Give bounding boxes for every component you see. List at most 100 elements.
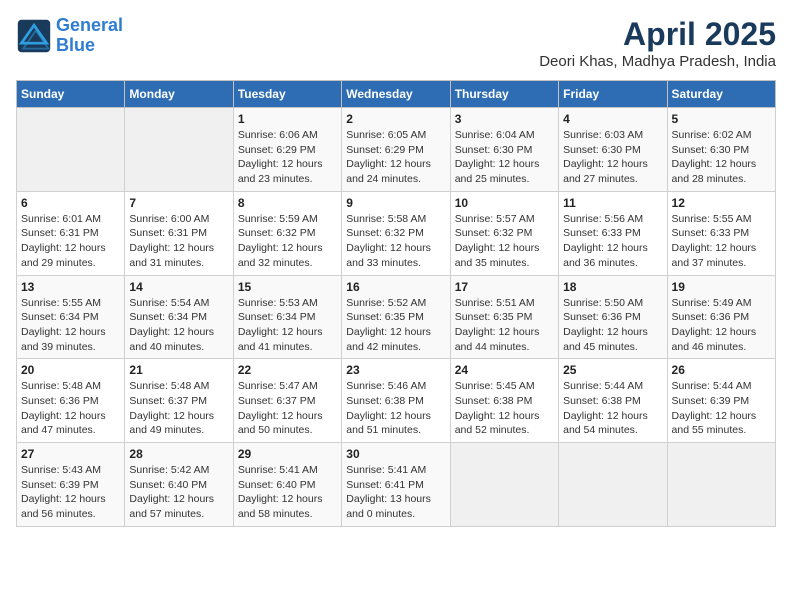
weekday-header-wednesday: Wednesday	[342, 81, 450, 108]
calendar-body: 1 Sunrise: 6:06 AM Sunset: 6:29 PM Daylig…	[17, 108, 776, 527]
day-number: 6	[21, 196, 120, 210]
main-title: April 2025	[539, 16, 776, 53]
day-number: 16	[346, 280, 445, 294]
title-area: April 2025 Deori Khas, Madhya Pradesh, I…	[539, 16, 776, 70]
calendar-cell: 22 Sunrise: 5:47 AM Sunset: 6:37 PM Dayli…	[233, 359, 341, 443]
calendar-cell	[559, 443, 667, 527]
day-info: Sunrise: 5:42 AM Sunset: 6:40 PM Dayligh…	[129, 463, 228, 522]
calendar-cell: 30 Sunrise: 5:41 AM Sunset: 6:41 PM Dayli…	[342, 443, 450, 527]
day-info: Sunrise: 6:05 AM Sunset: 6:29 PM Dayligh…	[346, 128, 445, 187]
calendar-cell: 26 Sunrise: 5:44 AM Sunset: 6:39 PM Dayli…	[667, 359, 775, 443]
day-info: Sunrise: 5:54 AM Sunset: 6:34 PM Dayligh…	[129, 296, 228, 355]
calendar-cell: 25 Sunrise: 5:44 AM Sunset: 6:38 PM Dayli…	[559, 359, 667, 443]
calendar-week-2: 6 Sunrise: 6:01 AM Sunset: 6:31 PM Daylig…	[17, 191, 776, 275]
calendar-cell: 14 Sunrise: 5:54 AM Sunset: 6:34 PM Dayli…	[125, 275, 233, 359]
day-info: Sunrise: 5:48 AM Sunset: 6:36 PM Dayligh…	[21, 379, 120, 438]
calendar-cell: 9 Sunrise: 5:58 AM Sunset: 6:32 PM Daylig…	[342, 191, 450, 275]
weekday-header-thursday: Thursday	[450, 81, 558, 108]
calendar-cell: 13 Sunrise: 5:55 AM Sunset: 6:34 PM Dayli…	[17, 275, 125, 359]
day-number: 7	[129, 196, 228, 210]
day-number: 12	[672, 196, 771, 210]
day-number: 25	[563, 363, 662, 377]
day-number: 14	[129, 280, 228, 294]
day-info: Sunrise: 5:45 AM Sunset: 6:38 PM Dayligh…	[455, 379, 554, 438]
calendar-week-5: 27Sunrise: 5:43 AM Sunset: 6:39 PM Dayli…	[17, 443, 776, 527]
day-info: Sunrise: 6:03 AM Sunset: 6:30 PM Dayligh…	[563, 128, 662, 187]
calendar-cell: 12Sunrise: 5:55 AM Sunset: 6:33 PM Dayli…	[667, 191, 775, 275]
day-info: Sunrise: 6:06 AM Sunset: 6:29 PM Dayligh…	[238, 128, 337, 187]
calendar-cell: 23 Sunrise: 5:46 AM Sunset: 6:38 PM Dayli…	[342, 359, 450, 443]
day-number: 1	[238, 112, 337, 126]
day-number: 22	[238, 363, 337, 377]
weekday-header-friday: Friday	[559, 81, 667, 108]
day-info: Sunrise: 5:51 AM Sunset: 6:35 PM Dayligh…	[455, 296, 554, 355]
calendar-cell	[17, 108, 125, 192]
calendar-cell: 27Sunrise: 5:43 AM Sunset: 6:39 PM Dayli…	[17, 443, 125, 527]
calendar-cell: 28 Sunrise: 5:42 AM Sunset: 6:40 PM Dayli…	[125, 443, 233, 527]
day-number: 21	[129, 363, 228, 377]
calendar-cell: 18Sunrise: 5:50 AM Sunset: 6:36 PM Dayli…	[559, 275, 667, 359]
day-number: 13	[21, 280, 120, 294]
day-info: Sunrise: 5:41 AM Sunset: 6:40 PM Dayligh…	[238, 463, 337, 522]
logo-line1: General	[56, 15, 123, 35]
day-info: Sunrise: 6:01 AM Sunset: 6:31 PM Dayligh…	[21, 212, 120, 271]
calendar-week-4: 20Sunrise: 5:48 AM Sunset: 6:36 PM Dayli…	[17, 359, 776, 443]
calendar-cell: 8 Sunrise: 5:59 AM Sunset: 6:32 PM Daylig…	[233, 191, 341, 275]
day-info: Sunrise: 5:57 AM Sunset: 6:32 PM Dayligh…	[455, 212, 554, 271]
day-info: Sunrise: 5:48 AM Sunset: 6:37 PM Dayligh…	[129, 379, 228, 438]
day-info: Sunrise: 5:58 AM Sunset: 6:32 PM Dayligh…	[346, 212, 445, 271]
day-info: Sunrise: 5:52 AM Sunset: 6:35 PM Dayligh…	[346, 296, 445, 355]
logo-line2: Blue	[56, 35, 95, 55]
calendar-cell: 24Sunrise: 5:45 AM Sunset: 6:38 PM Dayli…	[450, 359, 558, 443]
calendar-cell: 6 Sunrise: 6:01 AM Sunset: 6:31 PM Daylig…	[17, 191, 125, 275]
day-number: 17	[455, 280, 554, 294]
calendar-cell: 5Sunrise: 6:02 AM Sunset: 6:30 PM Daylig…	[667, 108, 775, 192]
day-info: Sunrise: 5:41 AM Sunset: 6:41 PM Dayligh…	[346, 463, 445, 522]
day-number: 2	[346, 112, 445, 126]
day-info: Sunrise: 5:47 AM Sunset: 6:37 PM Dayligh…	[238, 379, 337, 438]
day-number: 9	[346, 196, 445, 210]
logo: General Blue	[16, 16, 123, 56]
day-number: 30	[346, 447, 445, 461]
calendar-cell: 16 Sunrise: 5:52 AM Sunset: 6:35 PM Dayli…	[342, 275, 450, 359]
day-number: 29	[238, 447, 337, 461]
calendar-cell	[450, 443, 558, 527]
calendar-cell: 21 Sunrise: 5:48 AM Sunset: 6:37 PM Dayli…	[125, 359, 233, 443]
day-number: 23	[346, 363, 445, 377]
day-number: 19	[672, 280, 771, 294]
calendar-cell: 3Sunrise: 6:04 AM Sunset: 6:30 PM Daylig…	[450, 108, 558, 192]
calendar-cell: 20Sunrise: 5:48 AM Sunset: 6:36 PM Dayli…	[17, 359, 125, 443]
calendar-week-1: 1 Sunrise: 6:06 AM Sunset: 6:29 PM Daylig…	[17, 108, 776, 192]
calendar-cell: 4Sunrise: 6:03 AM Sunset: 6:30 PM Daylig…	[559, 108, 667, 192]
day-number: 18	[563, 280, 662, 294]
day-number: 28	[129, 447, 228, 461]
day-info: Sunrise: 5:53 AM Sunset: 6:34 PM Dayligh…	[238, 296, 337, 355]
calendar-cell: 11 Sunrise: 5:56 AM Sunset: 6:33 PM Dayli…	[559, 191, 667, 275]
calendar-cell: 1 Sunrise: 6:06 AM Sunset: 6:29 PM Daylig…	[233, 108, 341, 192]
calendar-cell	[125, 108, 233, 192]
calendar-cell: 19 Sunrise: 5:49 AM Sunset: 6:36 PM Dayli…	[667, 275, 775, 359]
logo-text: General Blue	[56, 16, 123, 56]
day-number: 26	[672, 363, 771, 377]
day-info: Sunrise: 5:56 AM Sunset: 6:33 PM Dayligh…	[563, 212, 662, 271]
calendar-cell	[667, 443, 775, 527]
day-info: Sunrise: 5:44 AM Sunset: 6:38 PM Dayligh…	[563, 379, 662, 438]
day-info: Sunrise: 5:44 AM Sunset: 6:39 PM Dayligh…	[672, 379, 771, 438]
calendar-cell: 2 Sunrise: 6:05 AM Sunset: 6:29 PM Daylig…	[342, 108, 450, 192]
day-info: Sunrise: 5:55 AM Sunset: 6:34 PM Dayligh…	[21, 296, 120, 355]
day-number: 27	[21, 447, 120, 461]
calendar-cell: 10Sunrise: 5:57 AM Sunset: 6:32 PM Dayli…	[450, 191, 558, 275]
day-number: 11	[563, 196, 662, 210]
day-info: Sunrise: 5:59 AM Sunset: 6:32 PM Dayligh…	[238, 212, 337, 271]
weekday-header-sunday: Sunday	[17, 81, 125, 108]
calendar-cell: 7 Sunrise: 6:00 AM Sunset: 6:31 PM Daylig…	[125, 191, 233, 275]
day-info: Sunrise: 6:04 AM Sunset: 6:30 PM Dayligh…	[455, 128, 554, 187]
day-number: 8	[238, 196, 337, 210]
day-number: 15	[238, 280, 337, 294]
calendar-header: SundayMondayTuesdayWednesdayThursdayFrid…	[17, 81, 776, 108]
weekday-header-saturday: Saturday	[667, 81, 775, 108]
day-info: Sunrise: 6:00 AM Sunset: 6:31 PM Dayligh…	[129, 212, 228, 271]
header: General Blue April 2025 Deori Khas, Madh…	[16, 16, 776, 70]
day-info: Sunrise: 5:49 AM Sunset: 6:36 PM Dayligh…	[672, 296, 771, 355]
day-info: Sunrise: 5:46 AM Sunset: 6:38 PM Dayligh…	[346, 379, 445, 438]
